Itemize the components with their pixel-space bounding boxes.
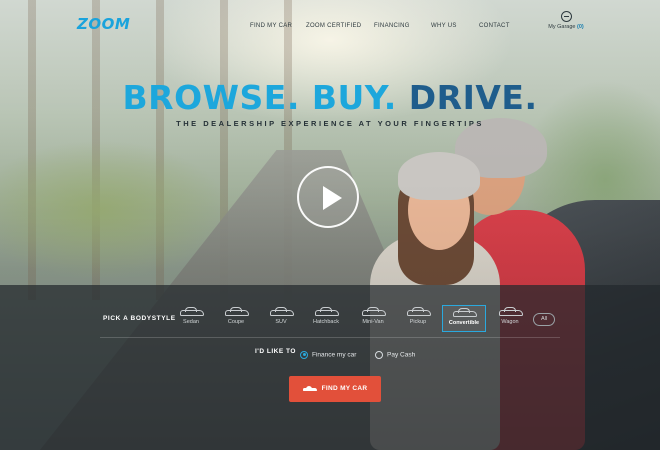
bodystyle-convertible[interactable]: Convertible bbox=[442, 305, 486, 332]
bodystyle-coupe[interactable]: Coupe bbox=[214, 305, 258, 332]
bodystyle-mini-van[interactable]: Mini-Van bbox=[351, 305, 395, 332]
hero-headline: BROWSE. BUY. DRIVE. bbox=[0, 78, 660, 117]
nav-financing[interactable]: FINANCING bbox=[374, 23, 410, 29]
bodystyle-hatchback[interactable]: Hatchback bbox=[304, 305, 348, 332]
nav-why-us[interactable]: WHY US bbox=[431, 23, 457, 29]
suv-icon bbox=[270, 307, 294, 316]
wagon-icon bbox=[499, 307, 523, 316]
mini-van-icon bbox=[362, 307, 386, 316]
radio-unchecked-icon bbox=[375, 350, 383, 359]
steering-wheel-icon bbox=[560, 11, 572, 22]
nav-find-my-car[interactable]: FIND MY CAR bbox=[250, 23, 292, 29]
pickup-icon bbox=[407, 307, 431, 316]
garage-count: (0) bbox=[577, 24, 584, 30]
coupe-icon bbox=[225, 307, 249, 316]
radio-checked-icon bbox=[300, 350, 308, 359]
hatchback-icon bbox=[315, 307, 339, 316]
find-my-car-button[interactable]: FIND MY CAR bbox=[289, 376, 381, 402]
convertible-icon bbox=[453, 308, 477, 317]
garage-label: My Garage (0) bbox=[548, 24, 584, 30]
headline-drive: DRIVE. bbox=[408, 78, 538, 117]
bodystyle-suv[interactable]: SUV bbox=[259, 305, 303, 332]
play-video-button[interactable] bbox=[297, 166, 359, 228]
nav-contact[interactable]: CONTACT bbox=[479, 23, 510, 29]
bodystyle-pickup[interactable]: Pickup bbox=[396, 305, 440, 332]
radio-finance-my-car[interactable]: Finance my car bbox=[300, 346, 356, 359]
my-garage-link[interactable]: My Garage (0) bbox=[546, 11, 586, 35]
site-header: ZOOM FIND MY CAR ZOOM CERTIFIED FINANCIN… bbox=[0, 0, 660, 50]
bodystyle-options: Sedan Coupe SUV Hatchback Mini-Van Picku… bbox=[0, 285, 660, 335]
hero-tagline: THE DEALERSHIP EXPERIENCE AT YOUR FINGER… bbox=[176, 119, 484, 128]
play-icon bbox=[323, 186, 342, 210]
nav-zoom-certified[interactable]: ZOOM CERTIFIED bbox=[306, 23, 361, 29]
car-icon bbox=[302, 386, 317, 392]
radio-pay-cash[interactable]: Pay Cash bbox=[375, 346, 415, 359]
divider bbox=[100, 337, 560, 338]
headline-browse-buy: BROWSE. BUY. bbox=[122, 78, 397, 117]
payment-label: I'D LIKE TO bbox=[255, 348, 296, 355]
bodystyle-all-button[interactable]: All bbox=[533, 313, 555, 326]
bodystyle-wagon[interactable]: Wagon bbox=[488, 305, 532, 332]
car-search-panel: PICK A BODYSTYLE Sedan Coupe SUV Hatchba… bbox=[0, 285, 660, 450]
sedan-icon bbox=[180, 307, 204, 316]
bodystyle-sedan[interactable]: Sedan bbox=[169, 305, 213, 332]
